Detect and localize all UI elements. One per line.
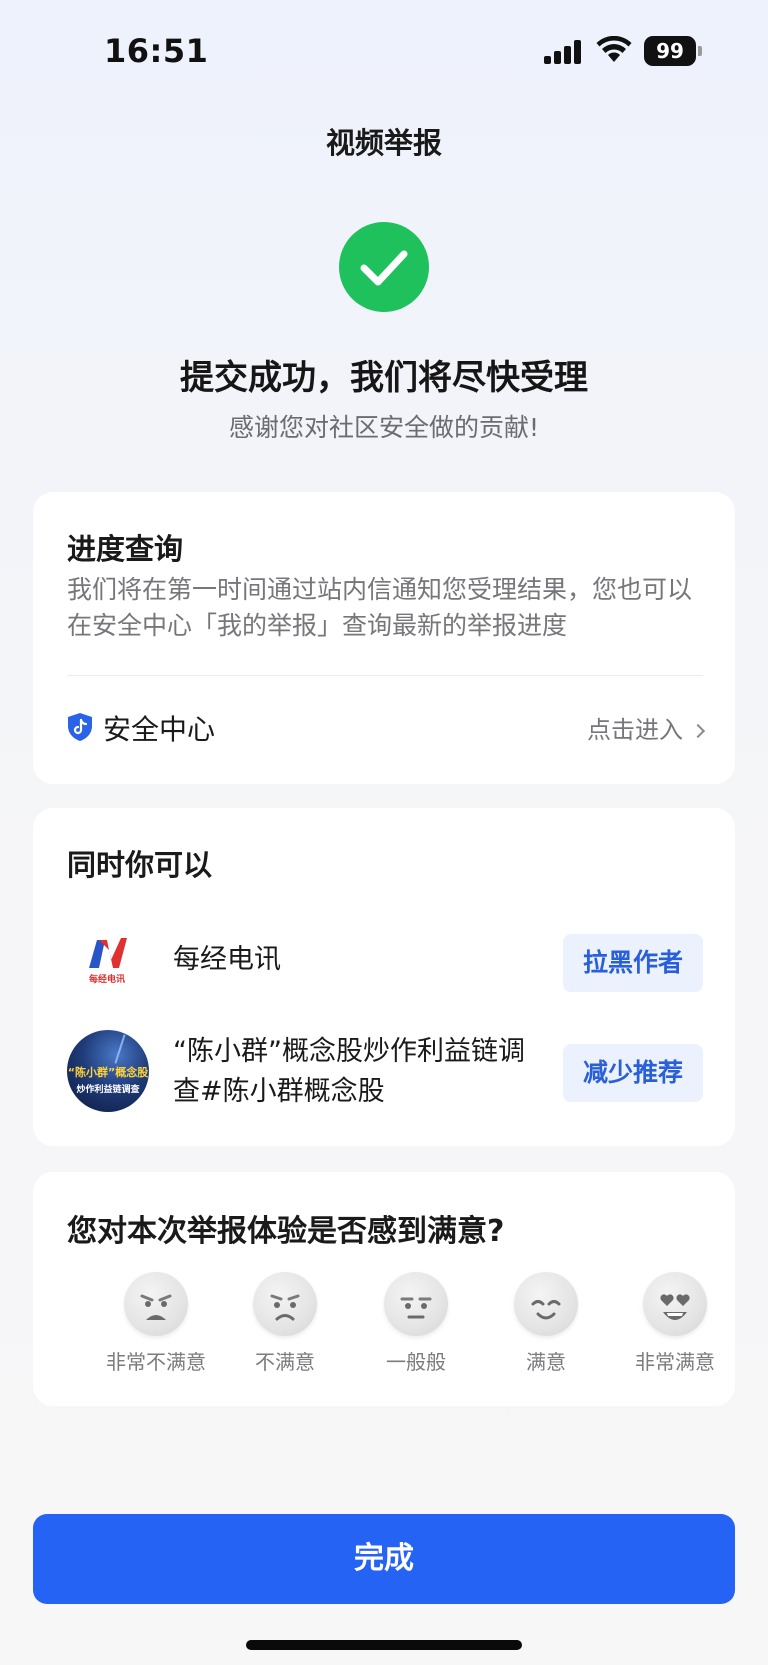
rating-neutral[interactable]: 一般般 xyxy=(351,1272,481,1375)
meijing-logo-text: 每经电讯 xyxy=(89,973,125,985)
rating-very-dissatisfied[interactable]: 非常不满意 xyxy=(91,1272,221,1375)
security-center-row[interactable]: 安全中心 点击进入 xyxy=(67,694,706,758)
progress-description: 我们将在第一时间通过站内信通知您受理结果，您也可以在安全中心「我的举报」查询最新… xyxy=(67,575,693,640)
shield-icon xyxy=(68,713,92,741)
rating-satisfied[interactable]: 满意 xyxy=(481,1272,611,1375)
meijing-logo-icon: 每经电讯 xyxy=(89,938,127,985)
rating-label: 不满意 xyxy=(255,1350,315,1374)
battery-icon: 99 xyxy=(644,36,702,66)
author-name: 每经电讯 xyxy=(173,944,281,975)
success-title: 提交成功，我们将尽快受理 xyxy=(180,358,588,398)
rating-list: 非常不满意 不满意 一般般 满意 非常满意 xyxy=(33,1272,735,1382)
actions-card: 同时你可以 每经电讯 每经电讯 拉黑作者 “陈小群”概念股 炒作利益链调查 “陈… xyxy=(33,808,735,1146)
very-satisfied-face-icon xyxy=(643,1272,707,1336)
reduce-recommend-button[interactable]: 减少推荐 xyxy=(563,1044,703,1102)
battery-level: 99 xyxy=(644,36,696,66)
home-indicator xyxy=(246,1640,522,1650)
status-time: 16:51 xyxy=(104,32,209,70)
rating-label: 一般般 xyxy=(386,1350,446,1374)
neutral-face-icon xyxy=(384,1272,448,1336)
thumbnail-caption-line2: 炒作利益链调查 xyxy=(76,1085,140,1095)
done-button[interactable]: 完成 xyxy=(33,1514,735,1604)
rating-dissatisfied[interactable]: 不满意 xyxy=(220,1272,350,1375)
rating-label: 非常不满意 xyxy=(106,1350,206,1374)
author-row: 每经电讯 每经电讯 拉黑作者 xyxy=(67,928,703,998)
divider xyxy=(67,675,703,676)
rating-label: 非常满意 xyxy=(635,1350,715,1374)
survey-title: 您对本次举报体验是否感到满意? xyxy=(67,1214,505,1249)
video-thumbnail: “陈小群”概念股 炒作利益链调查 xyxy=(67,1030,149,1112)
success-check-icon xyxy=(339,222,429,312)
video-row: “陈小群”概念股 炒作利益链调查 “陈小群”概念股炒作利益链调查#陈小群概念股 … xyxy=(67,1030,703,1116)
status-bar: 16:51 99 xyxy=(0,0,768,100)
satisfied-face-icon xyxy=(514,1272,578,1336)
security-center-label: 安全中心 xyxy=(103,713,216,746)
dissatisfied-face-icon xyxy=(253,1272,317,1336)
chevron-right-icon xyxy=(690,723,706,739)
page-title: 视频举报 xyxy=(325,126,442,160)
actions-title: 同时你可以 xyxy=(67,848,213,882)
rating-very-satisfied[interactable]: 非常满意 xyxy=(610,1272,740,1375)
progress-card: 进度查询 我们将在第一时间通过站内信通知您受理结果，您也可以在安全中心「我的举报… xyxy=(33,492,735,784)
enter-label: 点击进入 xyxy=(587,716,683,744)
survey-card: 您对本次举报体验是否感到满意? 非常不满意 不满意 一般般 满意 非常满意 xyxy=(33,1172,735,1406)
block-author-button[interactable]: 拉黑作者 xyxy=(563,934,703,992)
video-title: “陈小群”概念股炒作利益链调查#陈小群概念股 xyxy=(173,1036,525,1107)
cellular-signal-icon xyxy=(544,40,584,64)
thumbnail-caption-line1: “陈小群”概念股 xyxy=(67,1066,149,1079)
enter-link[interactable]: 点击进入 xyxy=(587,710,706,745)
very-dissatisfied-face-icon xyxy=(124,1272,188,1336)
wifi-icon xyxy=(596,36,632,62)
rating-label: 满意 xyxy=(526,1350,566,1374)
success-subtitle: 感谢您对社区安全做的贡献! xyxy=(228,413,540,442)
progress-title: 进度查询 xyxy=(67,532,184,566)
